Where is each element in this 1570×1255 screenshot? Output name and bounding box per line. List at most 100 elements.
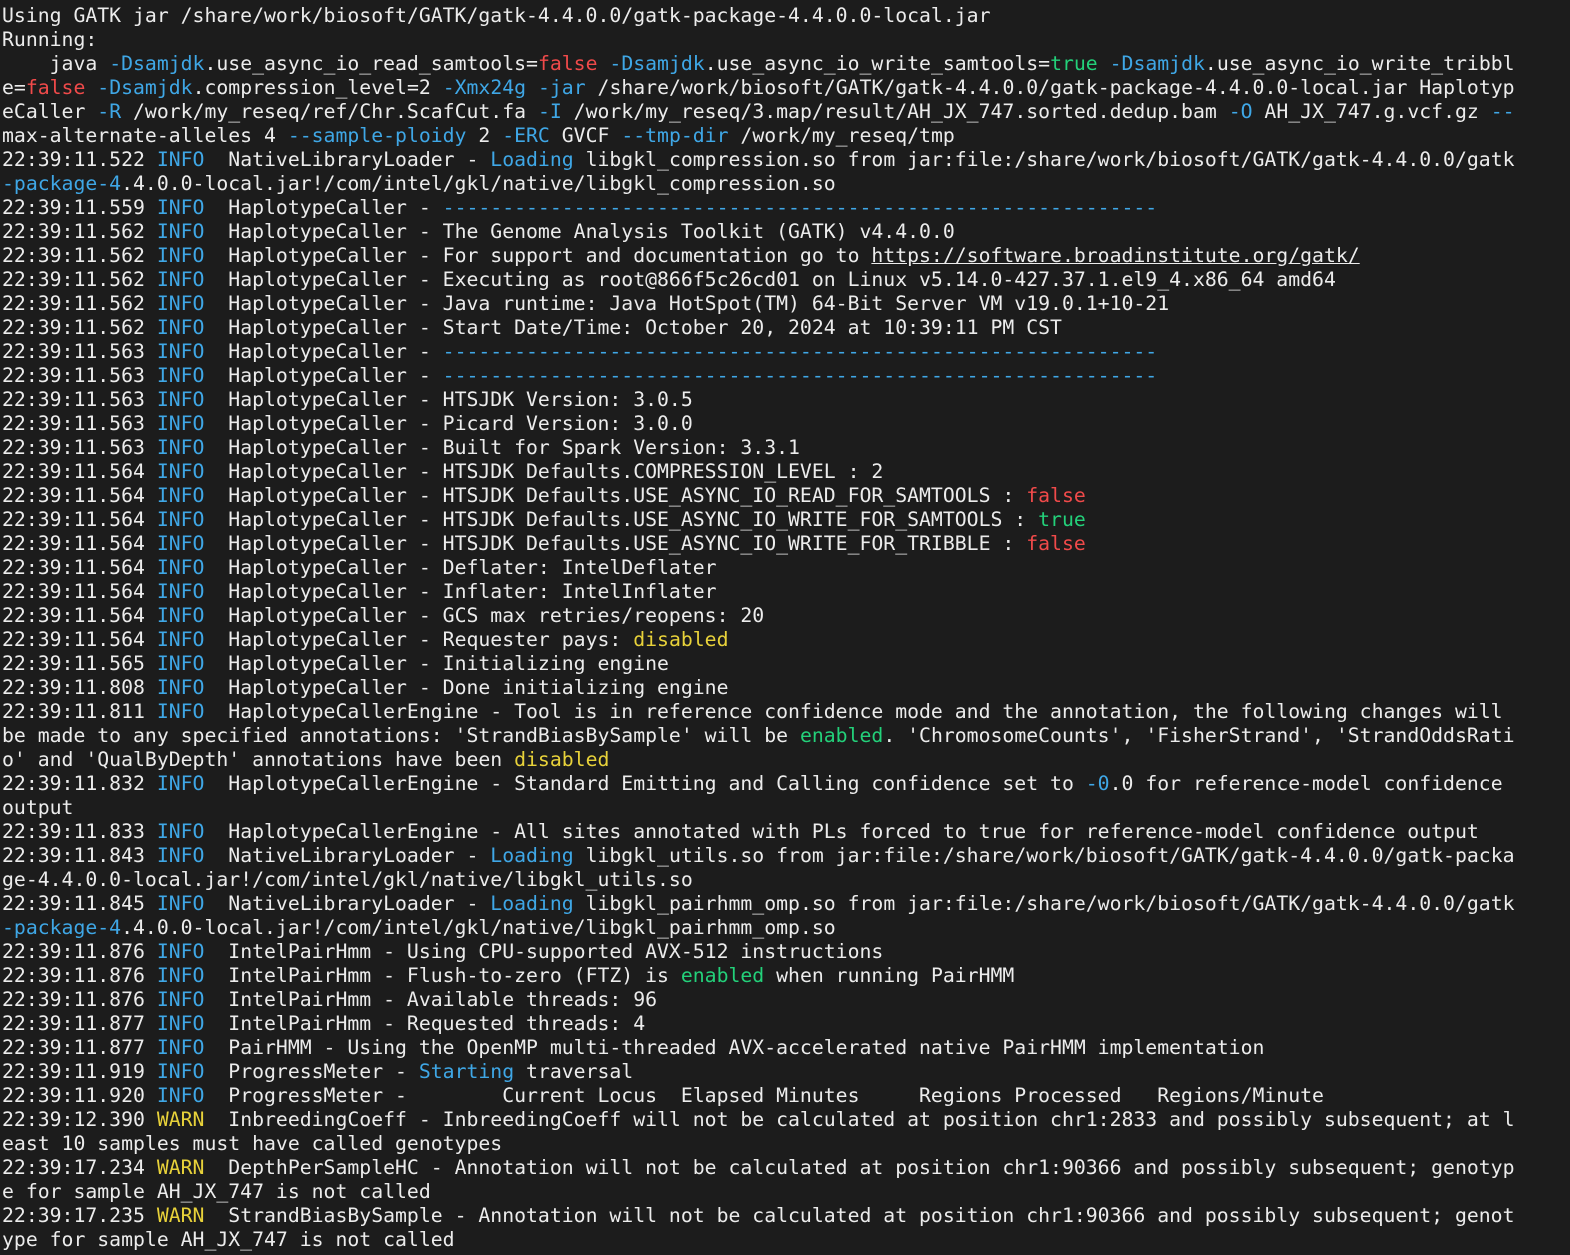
terminal-text-segment: enabled — [680, 964, 765, 987]
terminal-text-segment: -package-4 — [2, 916, 122, 939]
terminal-text-segment: PairHMM - Using the OpenMP multi-threade… — [204, 1036, 1265, 1059]
terminal-text-segment: INFO — [156, 220, 205, 243]
terminal-text-segment: INFO — [156, 820, 205, 843]
terminal-text-segment: INFO — [156, 364, 205, 387]
terminal-link[interactable]: https://software.broadinstitute.org/gatk… — [871, 244, 1359, 267]
terminal-text-segment: INFO — [156, 268, 205, 291]
terminal-text-segment: -jar — [537, 76, 586, 99]
terminal-text-segment: -ERC — [502, 124, 550, 147]
terminal-output[interactable]: Using GATK jar /share/work/biosoft/GATK/… — [0, 0, 1570, 1255]
terminal-text-segment: false — [25, 76, 86, 99]
terminal-text-segment: .0 for reference-model confidence — [1109, 772, 1503, 795]
terminal-text-segment: 22:39:11.919 — [2, 1060, 157, 1083]
terminal-text-segment: IntelPairHmm - Using CPU-supported AVX-5… — [204, 940, 884, 963]
terminal-text-segment: -Dsamjdk — [109, 52, 205, 75]
terminal-text-segment: IntelPairHmm - Requested threads: 4 — [204, 1012, 646, 1035]
terminal-text-segment: eCaller — [2, 100, 98, 123]
terminal-text-segment: Running: — [2, 28, 98, 51]
terminal-line: 22:39:11.563 INFO HaplotypeCaller - ----… — [2, 340, 1570, 364]
terminal-text-segment: INFO — [156, 772, 205, 795]
terminal-line: 22:39:11.562 INFO HaplotypeCaller - Star… — [2, 316, 1570, 340]
terminal-line: 22:39:11.564 INFO HaplotypeCaller - Defl… — [2, 556, 1570, 580]
terminal-text-segment: -Xmx24g — [442, 76, 527, 99]
terminal-text-segment: /work/my_reseq/tmp — [728, 124, 955, 147]
terminal-text-segment: max-alternate-alleles 4 — [2, 124, 288, 147]
terminal-text-segment: InbreedingCoeff - InbreedingCoeff will n… — [204, 1108, 1515, 1131]
terminal-text-segment: -- — [1490, 100, 1515, 123]
terminal-text-segment: HaplotypeCaller - Deflater: IntelDeflate… — [204, 556, 717, 579]
terminal-text-segment: ProgressMeter - Current Locus Elapsed Mi… — [204, 1084, 1324, 1107]
terminal-text-segment: 22:39:11.563 — [2, 340, 157, 363]
terminal-line: 22:39:11.877 INFO PairHMM - Using the Op… — [2, 1036, 1570, 1060]
terminal-text-segment: --tmp-dir — [621, 124, 729, 147]
terminal-line: 22:39:11.562 INFO HaplotypeCaller - For … — [2, 244, 1570, 268]
terminal-text-segment: HaplotypeCaller - Inflater: IntelInflate… — [204, 580, 717, 603]
terminal-line: 22:39:11.562 INFO HaplotypeCaller - Java… — [2, 292, 1570, 316]
terminal-text-segment: disabled — [514, 748, 610, 771]
terminal-line: 22:39:11.564 INFO HaplotypeCaller - HTSJ… — [2, 484, 1570, 508]
terminal-text-segment: 22:39:11.563 — [2, 412, 157, 435]
terminal-line: Running: — [2, 28, 1570, 52]
terminal-text-segment: INFO — [156, 964, 205, 987]
terminal-text-segment: when running PairHMM — [764, 964, 1015, 987]
terminal-text-segment: java — [2, 52, 110, 75]
terminal-line: eCaller -R /work/my_reseq/ref/Chr.ScafCu… — [2, 100, 1570, 124]
terminal-text-segment: HaplotypeCaller - HTSJDK Version: 3.0.5 — [204, 388, 693, 411]
terminal-line: 22:39:11.564 INFO HaplotypeCaller - HTSJ… — [2, 532, 1570, 556]
terminal-text-segment: INFO — [156, 508, 205, 531]
terminal-text-segment: INFO — [156, 652, 205, 675]
terminal-text-segment: /work/my_reseq/ref/Chr.ScafCut.fa — [121, 100, 538, 123]
terminal-text-segment: .use_async_io_write_tribbl — [1204, 52, 1515, 75]
terminal-text-segment: Loading — [490, 892, 574, 915]
terminal-text-segment: HaplotypeCaller - Start Date/Time: Octob… — [204, 316, 1062, 339]
terminal-text-segment: HaplotypeCaller - — [204, 340, 443, 363]
terminal-text-segment: HaplotypeCaller - HTSJDK Defaults.COMPRE… — [204, 460, 884, 483]
terminal-line: 22:39:11.563 INFO HaplotypeCaller - Buil… — [2, 436, 1570, 460]
terminal-line: 22:39:11.563 INFO HaplotypeCaller - HTSJ… — [2, 388, 1570, 412]
terminal-line: 22:39:11.564 INFO HaplotypeCaller - Requ… — [2, 628, 1570, 652]
terminal-line: e=false -Dsamjdk.compression_level=2 -Xm… — [2, 76, 1570, 100]
terminal-text-segment: HaplotypeCaller - Done initializing engi… — [204, 676, 729, 699]
terminal-text-segment: HaplotypeCaller - Initializing engine — [204, 652, 669, 675]
terminal-line: 22:39:11.808 INFO HaplotypeCaller - Done… — [2, 676, 1570, 700]
terminal-text-segment: .4.0.0-local.jar!/com/intel/gkl/native/l… — [121, 172, 836, 195]
terminal-text-segment: ----------------------------------------… — [442, 364, 1158, 387]
terminal-text-segment: 22:39:11.876 — [2, 940, 157, 963]
terminal-text-segment: 22:39:11.562 — [2, 244, 157, 267]
terminal-text-segment: INFO — [156, 484, 205, 507]
terminal-line: 22:39:11.845 INFO NativeLibraryLoader - … — [2, 892, 1570, 916]
terminal-text-segment: .use_async_io_read_samtools= — [204, 52, 538, 75]
terminal-text-segment: Starting — [418, 1060, 515, 1083]
terminal-text-segment: . 'ChromosomeCounts', 'FisherStrand', 'S… — [883, 724, 1515, 747]
terminal-line: ype for sample AH_JX_747 is not called — [2, 1228, 1570, 1252]
terminal-text-segment: INFO — [156, 556, 205, 579]
terminal-line: 22:39:12.390 WARN InbreedingCoeff - Inbr… — [2, 1108, 1570, 1132]
terminal-text-segment: INFO — [156, 604, 205, 627]
terminal-text-segment: INFO — [156, 676, 205, 699]
terminal-text-segment: NativeLibraryLoader - — [204, 892, 491, 915]
terminal-text-segment: 22:39:11.876 — [2, 988, 157, 1011]
terminal-text-segment: INFO — [156, 1084, 205, 1107]
terminal-text-segment: 2 — [466, 124, 503, 147]
terminal-text-segment: INFO — [156, 628, 205, 651]
terminal-text-segment: HaplotypeCaller - The Genome Analysis To… — [204, 220, 955, 243]
terminal-text-segment: 22:39:11.522 — [2, 148, 157, 171]
terminal-text-segment: 22:39:17.235 — [2, 1204, 157, 1227]
terminal-text-segment: ge-4.4.0.0-local.jar!/com/intel/gkl/nati… — [2, 868, 693, 891]
terminal-line: 22:39:11.876 INFO IntelPairHmm - Using C… — [2, 940, 1570, 964]
terminal-text-segment: 22:39:11.843 — [2, 844, 157, 867]
terminal-line: 22:39:11.832 INFO HaplotypeCallerEngine … — [2, 772, 1570, 796]
terminal-text-segment: ype for sample AH_JX_747 is not called — [2, 1228, 455, 1251]
terminal-text-segment: east 10 samples must have called genotyp… — [2, 1132, 503, 1155]
terminal-text-segment: INFO — [156, 436, 205, 459]
terminal-text-segment: INFO — [156, 196, 205, 219]
terminal-line: 22:39:11.563 INFO HaplotypeCaller - ----… — [2, 364, 1570, 388]
terminal-text-segment: DepthPerSampleHC - Annotation will not b… — [204, 1156, 1515, 1179]
terminal-text-segment: true — [1038, 508, 1086, 531]
terminal-text-segment: false — [1026, 532, 1086, 555]
terminal-text-segment: 22:39:11.564 — [2, 508, 157, 531]
terminal-text-segment: HaplotypeCaller - — [204, 364, 443, 387]
terminal-text-segment: 22:39:11.564 — [2, 628, 157, 651]
terminal-text-segment: .4.0.0-local.jar!/com/intel/gkl/native/l… — [121, 916, 836, 939]
terminal-text-segment: 22:39:11.562 — [2, 292, 157, 315]
